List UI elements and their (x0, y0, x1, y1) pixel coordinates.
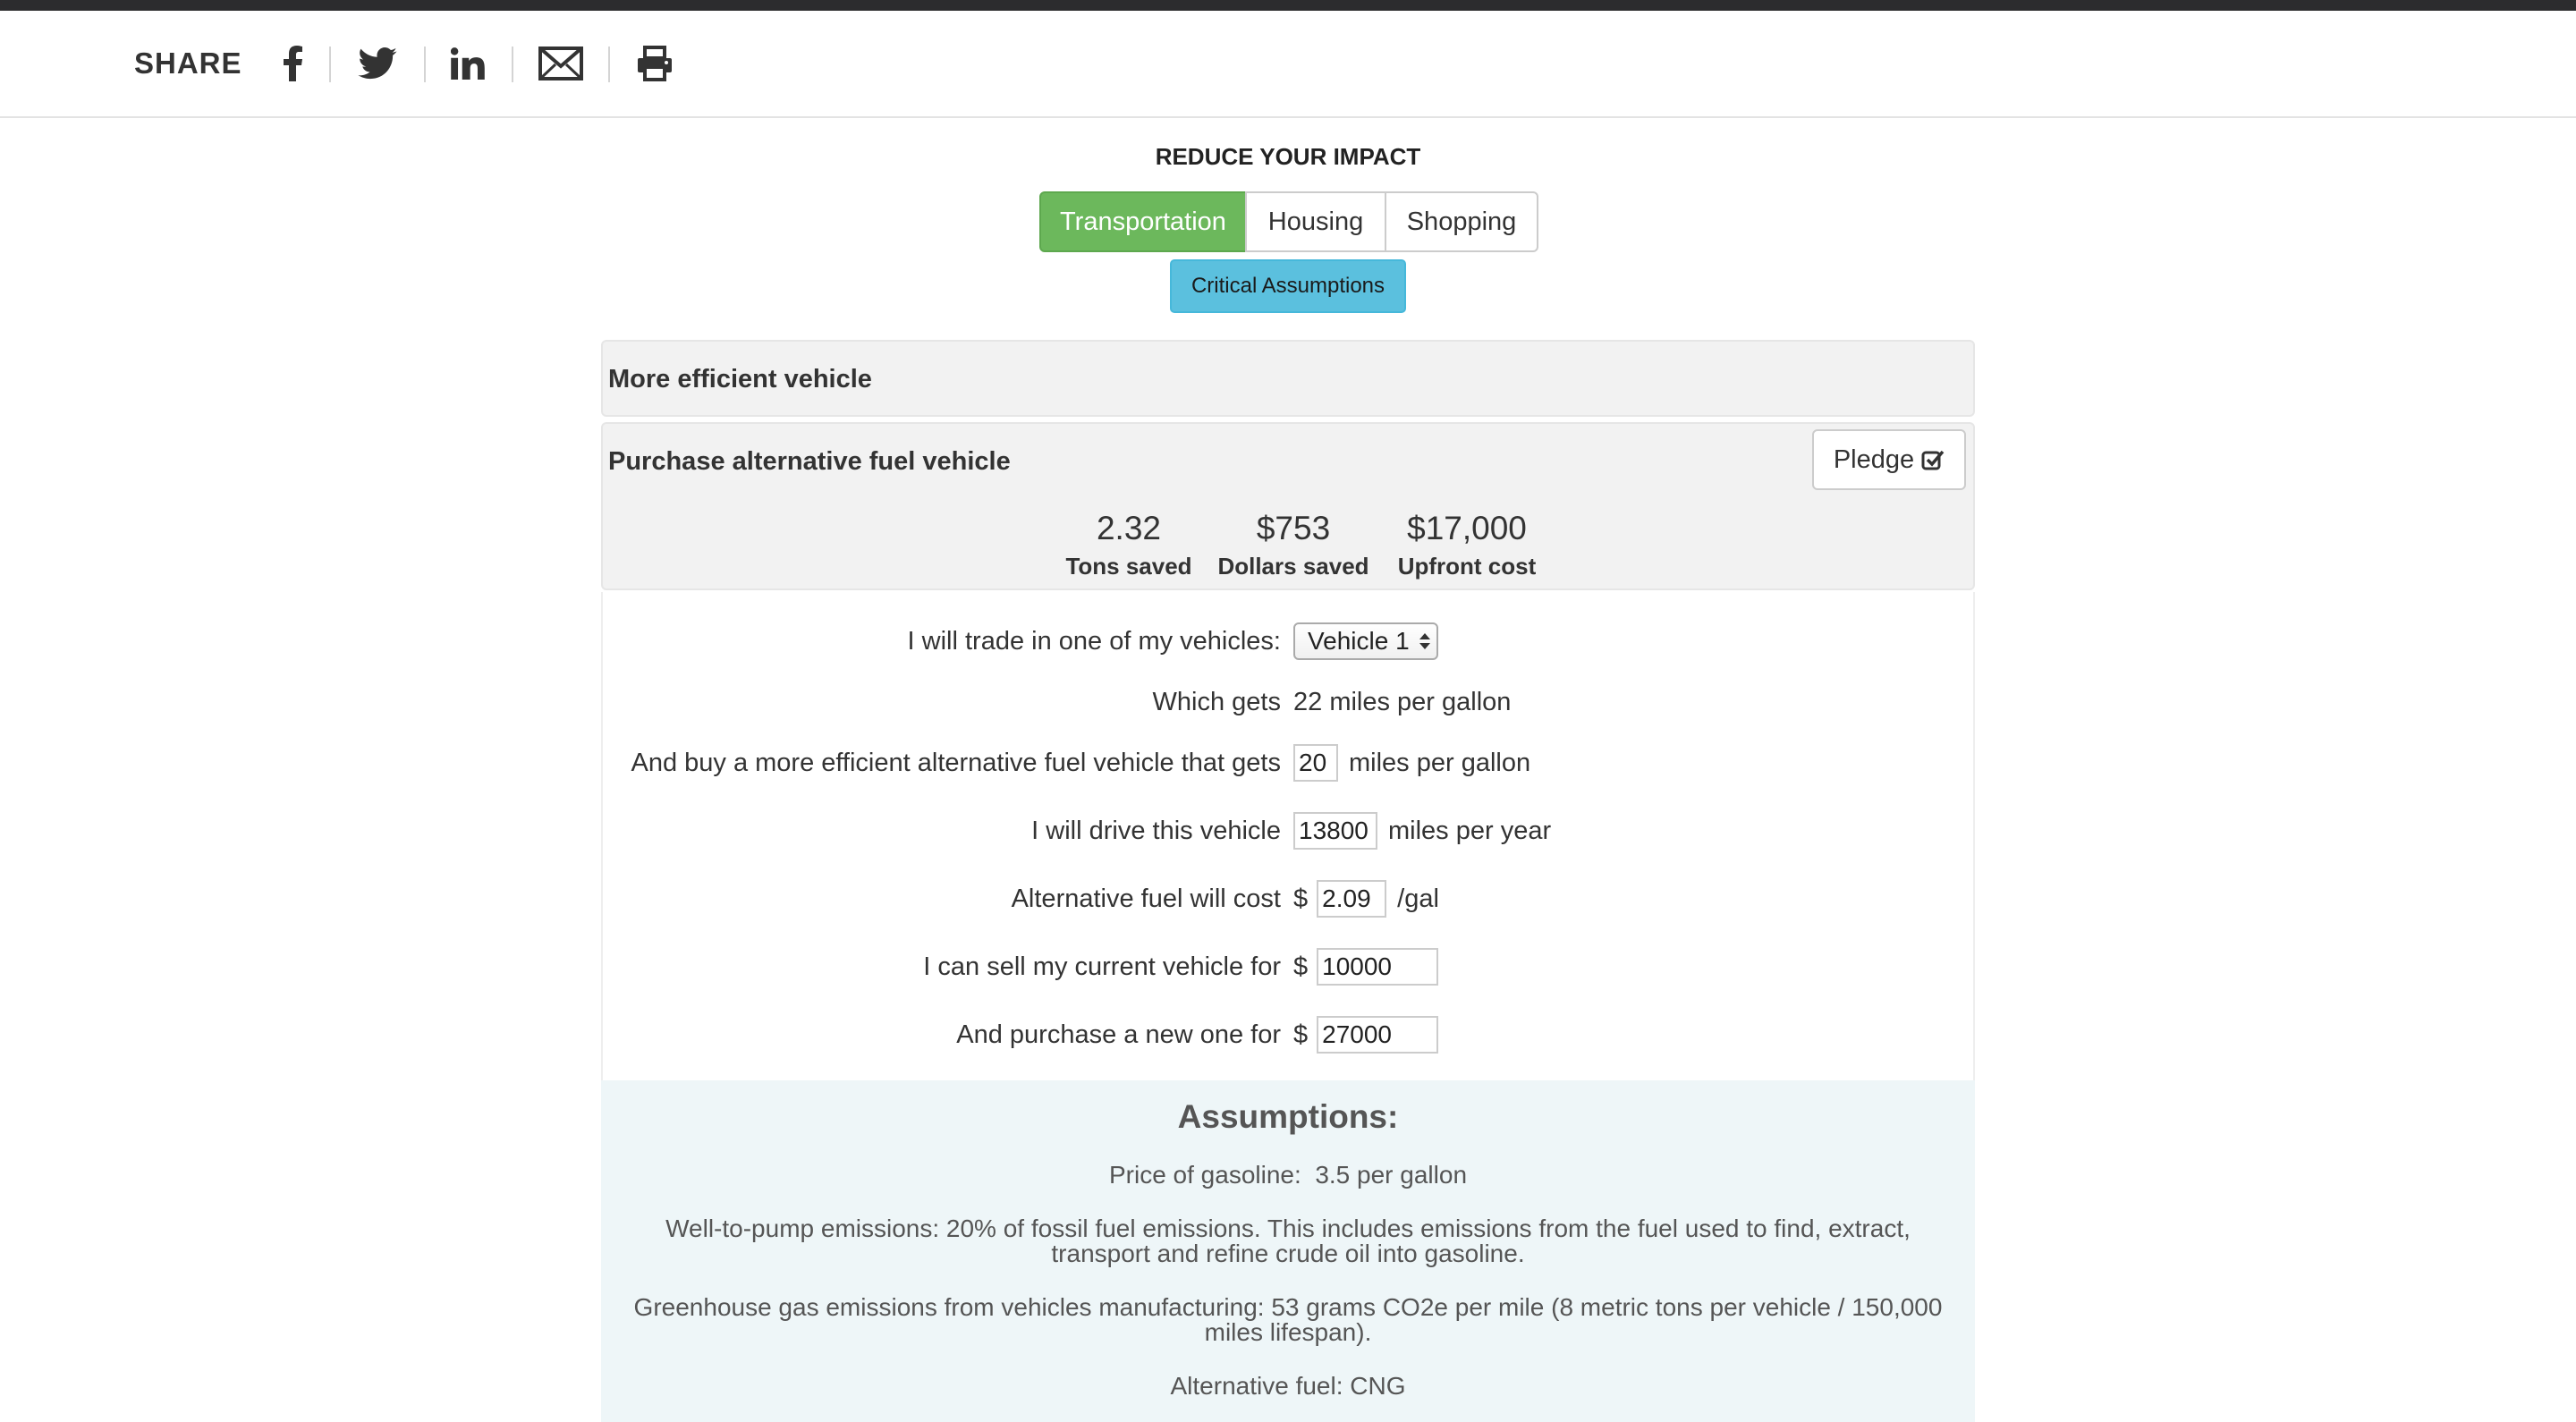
field-label: I will drive this vehicle (1031, 817, 1281, 845)
tab-transportation[interactable]: Transportation (1039, 191, 1247, 252)
linkedin-icon[interactable] (449, 39, 487, 88)
share-separator (424, 47, 426, 82)
form-row-miles-per-year: I will drive this vehicle 13800 miles pe… (603, 808, 1977, 853)
vehicle-select[interactable]: Vehicle 1 (1293, 622, 1438, 660)
tab-shopping[interactable]: Shopping (1385, 191, 1538, 252)
form-row-fuel-cost: Alternative fuel will cost $ 2.09 /gal (603, 876, 1977, 921)
share-separator (608, 47, 610, 82)
fuel-cost-input[interactable]: 2.09 (1317, 880, 1387, 918)
currency-prefix: $ (1293, 1020, 1309, 1049)
panel-title[interactable]: More efficient vehicle (608, 365, 872, 394)
tab-housing[interactable]: Housing (1245, 191, 1386, 252)
email-icon[interactable] (537, 39, 585, 88)
panel-alternative-fuel-vehicle: Purchase alternative fuel vehicle Pledge… (601, 422, 1975, 590)
manufacturing-note: Greenhouse gas emissions from vehicles m… (633, 1293, 1943, 1346)
field-label: And buy a more efficient alternative fue… (631, 749, 1281, 777)
assumptions-title: Assumptions: (1177, 1098, 1399, 1135)
currency-prefix: $ (1293, 884, 1309, 913)
stat-label: Tons saved (1065, 553, 1192, 580)
pledge-label: Pledge (1833, 444, 1915, 474)
twitter-icon[interactable] (356, 39, 399, 88)
field-label: Alternative fuel will cost (1011, 885, 1281, 913)
sell-price-input[interactable]: 10000 (1317, 948, 1439, 986)
checkbox-checked-icon (1921, 450, 1945, 470)
gasoline-price-label: Price of gasoline: (1108, 1161, 1301, 1189)
new-mpg-input[interactable]: 20 (1293, 744, 1338, 782)
field-label: And purchase a new one for (956, 1020, 1281, 1049)
critical-assumptions-button[interactable]: Critical Assumptions (1170, 259, 1406, 313)
field-label: I will trade in one of my vehicles: (907, 627, 1281, 656)
form-row-new-mpg: And buy a more efficient alternative fue… (603, 741, 1977, 785)
selected-value: Vehicle 1 (1308, 627, 1410, 655)
share-label: SHARE (134, 47, 242, 80)
form-row-purchase-price: And purchase a new one for $ 27000 (603, 1012, 1977, 1057)
unit-label: /gal (1397, 884, 1439, 913)
form-row-sell-price: I can sell my current vehicle for $ 1000… (603, 944, 1977, 989)
gasoline-price: Price of gasoline: 3.5 per gallon (628, 1163, 1948, 1188)
panel-more-efficient-vehicle[interactable]: More efficient vehicle (601, 340, 1975, 417)
current-mpg-value: 22 miles per gallon (1293, 687, 1512, 716)
stat-label: Dollars saved (1217, 553, 1369, 580)
field-label: I can sell my current vehicle for (923, 952, 1281, 981)
top-dark-bar (0, 0, 2576, 11)
stat-dollars-saved: $753 Dollars saved (1204, 510, 1383, 580)
gasoline-price-value: 3.5 per gallon (1315, 1161, 1468, 1189)
currency-prefix: $ (1293, 952, 1309, 981)
panel-title[interactable]: Purchase alternative fuel vehicle (608, 447, 1011, 477)
assumptions-panel: Assumptions: Price of gasoline: 3.5 per … (601, 1080, 1975, 1422)
stat-label: Upfront cost (1397, 553, 1537, 580)
form-row-trade-in: I will trade in one of my vehicles: Vehi… (603, 619, 1977, 664)
form-row-current-mpg: Which gets 22 miles per gallon (603, 680, 1977, 724)
stat-value: $17,000 (1407, 510, 1527, 546)
miles-per-year-input[interactable]: 13800 (1293, 812, 1377, 850)
section-title: REDUCE YOUR IMPACT (1155, 143, 1421, 170)
pledge-button[interactable]: Pledge (1812, 429, 1966, 490)
purchase-price-input[interactable]: 27000 (1317, 1016, 1439, 1054)
share-separator (512, 47, 513, 82)
facebook-icon[interactable] (283, 39, 304, 88)
stat-value: 2.32 (1096, 510, 1161, 546)
well-to-pump-note: Well-to-pump emissions: 20% of fossil fu… (665, 1215, 1911, 1267)
vehicle-form: I will trade in one of my vehicles: Vehi… (601, 592, 1975, 1080)
alternative-fuel-note: Alternative fuel: CNG (1170, 1372, 1406, 1400)
stat-upfront-cost: $17,000 Upfront cost (1377, 510, 1556, 580)
unit-label: miles per year (1388, 816, 1552, 845)
print-icon[interactable] (635, 39, 674, 88)
share-separator (329, 47, 331, 82)
category-tabs: Transportation Housing Shopping (1039, 191, 1538, 252)
unit-label: miles per gallon (1349, 748, 1531, 777)
field-label: Which gets (1152, 688, 1281, 716)
stat-tons-saved: 2.32 Tons saved (1057, 510, 1200, 580)
select-arrows-icon (1419, 633, 1430, 649)
share-bar: SHARE (0, 11, 2576, 118)
stat-value: $753 (1256, 510, 1331, 546)
